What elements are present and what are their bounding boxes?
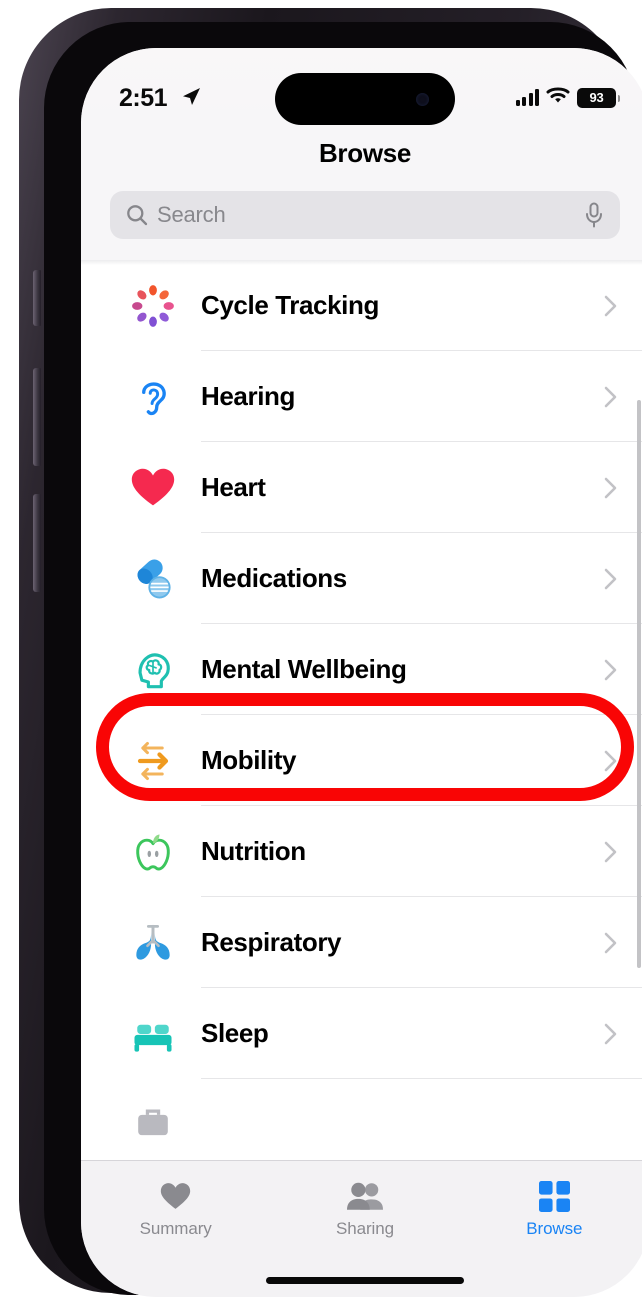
chevron-right-icon [604, 386, 617, 408]
cycle-tracking-icon [126, 279, 180, 333]
phone-bezel: Cycle Tracking Hearing Heart Medications… [44, 22, 642, 1297]
chevron-right-icon [604, 750, 617, 772]
heart-icon [126, 461, 180, 515]
list-item-label: Nutrition [201, 836, 306, 866]
list-item-label: Medications [201, 563, 347, 593]
list-scroll-content: Cycle Tracking Hearing Heart Medications… [81, 260, 642, 1160]
list-item-heart[interactable]: Heart [81, 442, 642, 533]
list-item-label: Cycle Tracking [201, 290, 379, 320]
list-item-label: Hearing [201, 381, 296, 411]
chevron-right-icon [604, 932, 617, 954]
symptoms-icon [126, 1098, 180, 1152]
nav-header: Browse [81, 120, 642, 182]
microphone-icon[interactable] [584, 202, 604, 228]
phone-screen: Cycle Tracking Hearing Heart Medications… [81, 48, 642, 1297]
dynamic-island [275, 73, 455, 125]
list-item-label: Sleep [201, 1018, 269, 1048]
list-item-hearing[interactable]: Hearing [81, 351, 642, 442]
tab-label: Summary [139, 1219, 212, 1238]
status-time: 2:51 [119, 84, 168, 112]
battery-cap [617, 94, 620, 102]
grid-squares-icon [536, 1180, 572, 1212]
list-item-label: Heart [201, 472, 266, 502]
tab-browse[interactable]: Browse [460, 1161, 642, 1297]
chevron-right-icon [604, 1023, 617, 1045]
people-icon [346, 1180, 383, 1212]
bed-icon [126, 1007, 180, 1061]
battery-level-label: 93 [589, 90, 604, 105]
cellular-signal-icon [515, 89, 539, 106]
list-item-label: Respiratory [201, 927, 342, 957]
tab-label: Sharing [336, 1219, 394, 1238]
home-indicator[interactable] [266, 1277, 464, 1284]
search-bar[interactable] [110, 191, 620, 239]
medications-pill-icon [126, 552, 180, 606]
tab-label: Browse [526, 1219, 583, 1238]
ear-icon [126, 370, 180, 424]
search-input[interactable] [157, 202, 584, 228]
list-item-medications[interactable]: Medications [81, 533, 642, 624]
browse-category-list[interactable]: Cycle Tracking Hearing Heart Medications… [81, 260, 642, 1160]
list-item-mental-wellbeing[interactable]: Mental Wellbeing [81, 624, 642, 715]
list-item-label: Mental Wellbeing [201, 654, 407, 684]
list-item-mobility[interactable]: Mobility [81, 715, 642, 806]
volume-up-button[interactable] [33, 368, 41, 466]
vertical-scrollbar[interactable] [637, 400, 641, 968]
chevron-right-icon [604, 295, 617, 317]
brain-head-icon [126, 643, 180, 697]
lungs-icon [126, 916, 180, 970]
list-item-cycle-tracking[interactable]: Cycle Tracking [81, 260, 642, 351]
silent-switch[interactable] [33, 270, 41, 326]
front-camera-icon [416, 93, 429, 106]
heart-icon [158, 1180, 194, 1212]
wifi-icon [546, 86, 570, 109]
status-indicators: 93 [515, 86, 620, 109]
chevron-right-icon [604, 477, 617, 499]
tab-summary[interactable]: Summary [81, 1161, 270, 1297]
battery-indicator: 93 [577, 87, 620, 108]
list-item-nutrition[interactable]: Nutrition [81, 806, 642, 897]
list-item[interactable] [81, 1079, 642, 1160]
phone-frame: Cycle Tracking Hearing Heart Medications… [19, 8, 642, 1297]
chevron-right-icon [604, 659, 617, 681]
list-item-respiratory[interactable]: Respiratory [81, 897, 642, 988]
list-item-label: Mobility [201, 745, 297, 775]
mobility-arrows-icon [126, 734, 180, 788]
location-arrow-icon [180, 86, 202, 108]
apple-icon [126, 825, 180, 879]
search-container [81, 182, 642, 260]
chevron-right-icon [604, 841, 617, 863]
volume-down-button[interactable] [33, 494, 41, 592]
chevron-right-icon [604, 568, 617, 590]
page-title: Browse [318, 138, 412, 168]
list-item-sleep[interactable]: Sleep [81, 988, 642, 1079]
search-icon [126, 204, 148, 226]
